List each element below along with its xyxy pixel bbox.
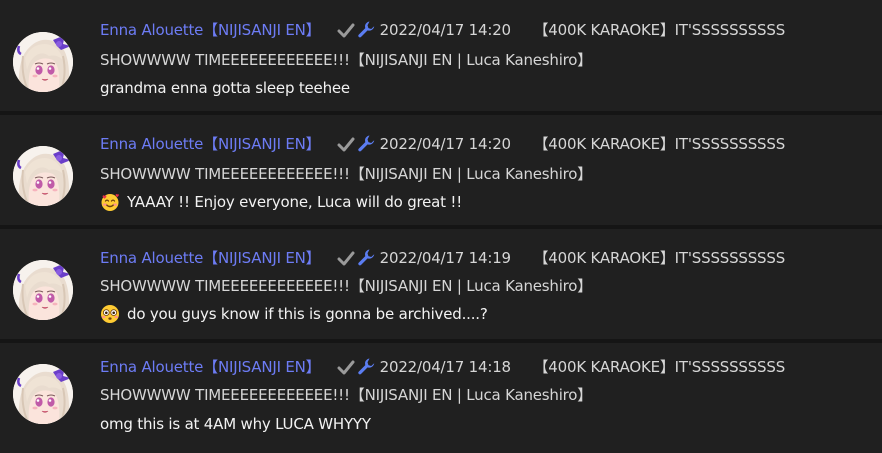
avatar-illustration xyxy=(13,32,73,92)
stream-title-part2: SHOWWWW TIMEEEEEEEEEEEE!!!【NIJISANJI EN … xyxy=(100,51,593,69)
avatar-illustration xyxy=(13,364,73,424)
message-timestamp: 2022/04/17 14:18 xyxy=(379,358,511,376)
stream-title-part1: 【400K KARAOKE】IT'SSSSSSSSSS xyxy=(533,358,786,376)
message-timestamp: 2022/04/17 14:19 xyxy=(379,249,511,267)
stream-title-part2: SHOWWWW TIMEEEEEEEEEEEE!!!【NIJISANJI EN … xyxy=(100,386,593,404)
wrench-icon xyxy=(358,135,375,152)
stream-title-part1: 【400K KARAOKE】IT'SSSSSSSSSS xyxy=(533,249,786,267)
author-name[interactable]: Enna Alouette【NIJISANJI EN】 xyxy=(100,135,321,153)
verified-check-icon xyxy=(337,23,355,38)
chat-message: Enna Alouette【NIJISANJI EN】 2022/04/17 1… xyxy=(0,111,882,225)
wrench-icon xyxy=(358,21,375,38)
chat-message: Enna Alouette【NIJISANJI EN】 2022/04/17 1… xyxy=(0,0,882,111)
avatar-illustration xyxy=(13,260,73,320)
author-name[interactable]: Enna Alouette【NIJISANJI EN】 xyxy=(100,21,321,39)
verified-check-icon xyxy=(337,251,355,266)
stream-title-part1: 【400K KARAOKE】IT'SSSSSSSSSS xyxy=(533,21,786,39)
stream-title-part1: 【400K KARAOKE】IT'SSSSSSSSSS xyxy=(533,135,786,153)
verified-check-icon xyxy=(337,137,355,152)
message-text: grandma enna gotta sleep teehee xyxy=(100,79,350,97)
message-body: YAAAY !! Enjoy everyone, Luca will do gr… xyxy=(100,192,462,212)
avatar[interactable] xyxy=(13,146,73,206)
smiling-face-with-hearts-emoji xyxy=(101,194,119,211)
chat-message: Enna Alouette【NIJISANJI EN】 2022/04/17 1… xyxy=(0,225,882,339)
author-name[interactable]: Enna Alouette【NIJISANJI EN】 xyxy=(100,358,321,376)
avatar[interactable] xyxy=(13,260,73,320)
verified-check-icon xyxy=(337,360,355,375)
stream-title-part2: SHOWWWW TIMEEEEEEEEEEEE!!!【NIJISANJI EN … xyxy=(100,277,593,295)
message-header: Enna Alouette【NIJISANJI EN】 2022/04/17 1… xyxy=(100,357,785,377)
avatar[interactable] xyxy=(13,364,73,424)
message-header: Enna Alouette【NIJISANJI EN】 2022/04/17 1… xyxy=(100,134,785,154)
chat-message: Enna Alouette【NIJISANJI EN】 2022/04/17 1… xyxy=(0,339,882,453)
message-body: do you guys know if this is gonna be arc… xyxy=(100,304,488,324)
message-text: omg this is at 4AM why LUCA WHYYY xyxy=(100,415,371,433)
message-header: Enna Alouette【NIJISANJI EN】 2022/04/17 1… xyxy=(100,20,785,40)
chat-message-feed: Enna Alouette【NIJISANJI EN】 2022/04/17 1… xyxy=(0,0,882,453)
avatar[interactable] xyxy=(13,32,73,92)
message-text: do you guys know if this is gonna be arc… xyxy=(127,305,488,323)
message-header: Enna Alouette【NIJISANJI EN】 2022/04/17 1… xyxy=(100,248,785,268)
avatar-illustration xyxy=(13,146,73,206)
flushed-face-emoji xyxy=(101,305,119,323)
wrench-icon xyxy=(358,249,375,266)
author-name[interactable]: Enna Alouette【NIJISANJI EN】 xyxy=(100,249,321,267)
message-text: YAAAY !! Enjoy everyone, Luca will do gr… xyxy=(127,193,463,211)
stream-title-part2: SHOWWWW TIMEEEEEEEEEEEE!!!【NIJISANJI EN … xyxy=(100,165,593,183)
wrench-icon xyxy=(358,358,375,375)
message-timestamp: 2022/04/17 14:20 xyxy=(379,135,511,153)
message-timestamp: 2022/04/17 14:20 xyxy=(379,21,511,39)
